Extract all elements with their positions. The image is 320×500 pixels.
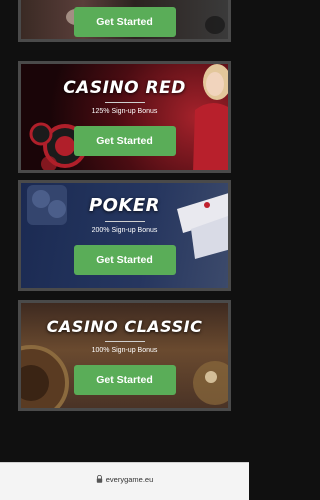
promo-card-poker: POKER 200% Sign-up Bonus Get Started: [18, 180, 231, 291]
browser-url-bar[interactable]: everygame.eu: [0, 462, 249, 500]
card-title: CASINO RED: [63, 78, 186, 98]
card-title: CASINO CLASSIC: [46, 317, 203, 336]
roulette-wheel-image: [21, 345, 69, 408]
promo-card-top: Get Started: [18, 0, 231, 42]
bonus-text: 125% Sign-up Bonus: [91, 108, 158, 115]
divider: [104, 221, 145, 222]
get-started-button[interactable]: Get Started: [73, 126, 176, 156]
bonus-text: 100% Sign-up Bonus: [91, 347, 158, 354]
promo-card-casino-classic: CASINO CLASSIC 100% Sign-up Bonus Get St…: [18, 300, 231, 411]
divider: [104, 341, 145, 342]
get-started-button[interactable]: Get Started: [73, 365, 176, 395]
divider: [104, 102, 145, 103]
promo-card-casino-red: CASINO RED 125% Sign-up Bonus Get Starte…: [18, 61, 231, 173]
get-started-button[interactable]: Get Started: [73, 7, 176, 37]
lock-icon: [96, 475, 102, 483]
glove-image: [205, 16, 225, 34]
get-started-button[interactable]: Get Started: [73, 245, 176, 275]
card-title: POKER: [88, 195, 161, 216]
url-text: everygame.eu: [105, 475, 154, 484]
bonus-text: 200% Sign-up Bonus: [91, 227, 158, 234]
